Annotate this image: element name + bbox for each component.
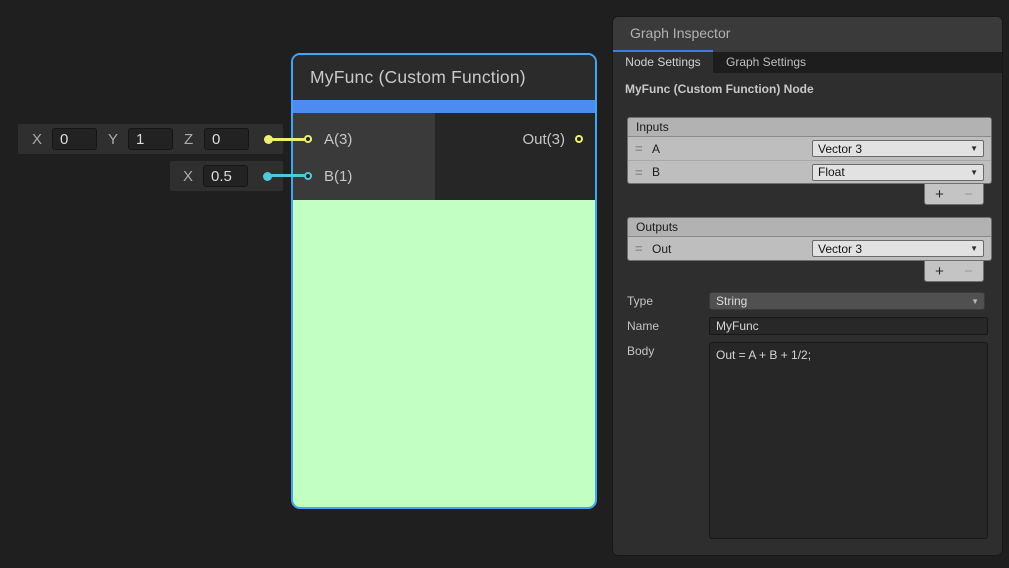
chevron-down-icon: ▼ xyxy=(970,168,978,177)
name-input[interactable] xyxy=(709,317,988,335)
x-value-input[interactable] xyxy=(52,128,97,150)
name-field-row: Name xyxy=(613,317,1002,335)
type-field-row: Type String ▼ xyxy=(613,292,1002,310)
input-row-a[interactable]: = A Vector 3 ▼ xyxy=(628,137,991,160)
dropdown-value: Vector 3 xyxy=(818,242,862,256)
z-value-input[interactable] xyxy=(204,128,249,150)
output-row-out[interactable]: = Out Vector 3 ▼ xyxy=(628,237,991,260)
inspector-tabbar: Node Settings Graph Settings xyxy=(613,52,1002,73)
tab-node-settings[interactable]: Node Settings xyxy=(613,52,713,73)
body-field-row: Body Out = A + B + 1/2; xyxy=(613,342,1002,539)
outputs-section-title: Outputs xyxy=(628,218,991,237)
body-label: Body xyxy=(627,342,709,358)
add-input-button[interactable]: + xyxy=(935,186,944,203)
function-fields: Type String ▼ Name Body Out = A + B + 1/… xyxy=(613,292,1002,539)
node-title: MyFunc (Custom Function) xyxy=(293,55,595,100)
graph-inspector-panel: Graph Inspector Node Settings Graph Sett… xyxy=(613,17,1002,555)
port-b-icon[interactable] xyxy=(304,172,312,180)
port-out-icon[interactable] xyxy=(575,135,583,143)
node-ports: A(3) B(1) Out(3) xyxy=(293,113,595,200)
x-axis-label: X xyxy=(32,131,46,148)
inputs-section: Inputs = A Vector 3 ▼ = B Float ▼ xyxy=(627,117,992,184)
float-value-input[interactable] xyxy=(203,165,248,187)
tab-graph-settings[interactable]: Graph Settings xyxy=(713,52,819,73)
port-b-label: B(1) xyxy=(324,168,352,185)
dropdown-value: String xyxy=(716,294,747,308)
z-axis-label: Z xyxy=(184,131,198,148)
output-name: Out xyxy=(652,242,671,256)
output-ports: Out(3) xyxy=(435,113,595,200)
input-ports: A(3) B(1) xyxy=(293,113,435,200)
inspector-header[interactable]: Graph Inspector xyxy=(613,17,1002,52)
input-name: A xyxy=(652,142,660,156)
y-value-input[interactable] xyxy=(128,128,173,150)
drag-handle-icon[interactable]: = xyxy=(635,165,652,180)
input-b-type-dropdown[interactable]: Float ▼ xyxy=(812,164,984,181)
vector3-input-widget: X Y Z xyxy=(18,124,283,154)
chevron-down-icon: ▼ xyxy=(970,144,978,153)
inputs-section-title: Inputs xyxy=(628,118,991,137)
input-a-type-dropdown[interactable]: Vector 3 ▼ xyxy=(812,140,984,157)
outputs-list-buttons: + − xyxy=(924,261,984,282)
port-row-b: B(1) xyxy=(293,164,435,188)
inspector-title: Graph Inspector xyxy=(630,25,730,41)
active-tab-underline xyxy=(613,50,713,52)
remove-input-button[interactable]: − xyxy=(964,186,973,203)
dropdown-value: Vector 3 xyxy=(818,142,862,156)
port-row-out: Out(3) xyxy=(435,127,595,151)
outputs-section: Outputs = Out Vector 3 ▼ xyxy=(627,217,992,261)
node-accent-bar xyxy=(293,100,595,113)
float-input-widget: X xyxy=(170,161,283,191)
x-axis-label: X xyxy=(183,168,197,185)
port-row-a: A(3) xyxy=(293,127,435,151)
y-axis-label: Y xyxy=(108,131,122,148)
node-preview xyxy=(293,200,595,509)
drag-handle-icon[interactable]: = xyxy=(635,241,652,256)
input-row-b[interactable]: = B Float ▼ xyxy=(628,160,991,183)
add-output-button[interactable]: + xyxy=(935,263,944,280)
input-name: B xyxy=(652,165,660,179)
type-dropdown[interactable]: String ▼ xyxy=(709,292,985,310)
drag-handle-icon[interactable]: = xyxy=(635,141,652,156)
name-label: Name xyxy=(627,319,709,333)
chevron-down-icon: ▼ xyxy=(970,244,978,253)
node-settings-subtitle: MyFunc (Custom Function) Node xyxy=(625,82,1002,96)
port-a-label: A(3) xyxy=(324,131,352,148)
port-out-label: Out(3) xyxy=(522,131,565,148)
inspector-body: MyFunc (Custom Function) Node Inputs = A… xyxy=(613,73,1002,539)
body-textarea[interactable]: Out = A + B + 1/2; xyxy=(709,342,988,539)
type-label: Type xyxy=(627,294,709,308)
inputs-list-buttons: + − xyxy=(924,184,984,205)
output-type-dropdown[interactable]: Vector 3 ▼ xyxy=(812,240,984,257)
remove-output-button[interactable]: − xyxy=(964,263,973,280)
port-a-icon[interactable] xyxy=(304,135,312,143)
custom-function-node[interactable]: MyFunc (Custom Function) A(3) B(1) Out(3… xyxy=(291,53,597,509)
chevron-down-icon: ▼ xyxy=(971,297,979,306)
dropdown-value: Float xyxy=(818,165,845,179)
